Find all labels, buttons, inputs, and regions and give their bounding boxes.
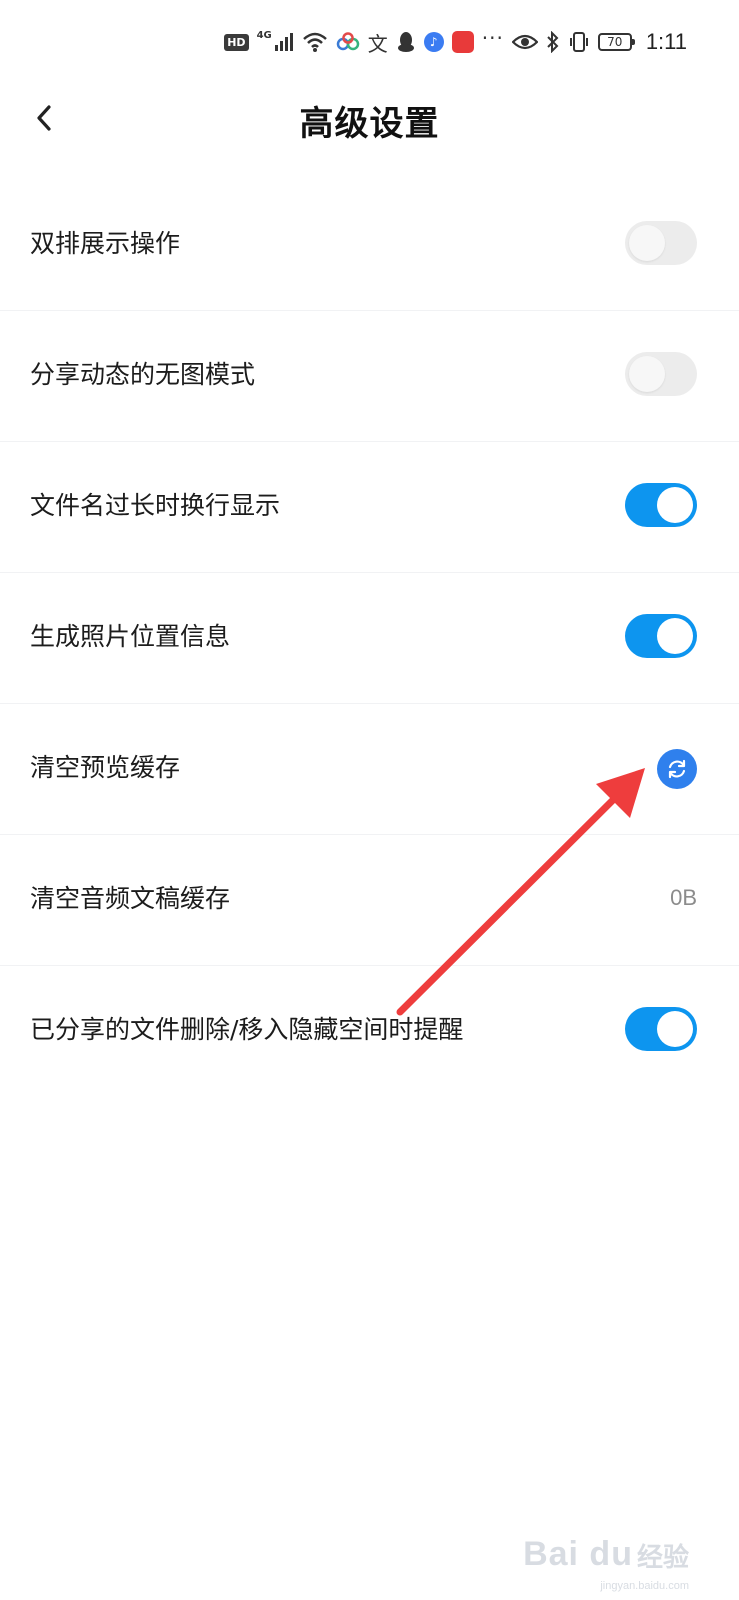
wen-app-icon: 文 [367, 31, 388, 56]
setting-row-double-row-actions: 双排展示操作 [0, 180, 739, 310]
header: 高级设置 [0, 78, 739, 162]
toggle-knob [629, 225, 665, 261]
setting-row-photo-location: 生成照片位置信息 [0, 572, 739, 703]
battery-indicator: 70 [597, 33, 635, 51]
setting-label: 清空预览缓存 [30, 753, 181, 782]
baidu-jingyan-watermark: Bai du 经验 jingyan.baidu.com [523, 1535, 689, 1592]
vibrate-icon [568, 31, 590, 53]
toggle-knob [657, 487, 693, 523]
qq-penguin-icon [396, 31, 416, 53]
audio-cache-size: 0B [670, 885, 697, 910]
photo-location-toggle[interactable] [625, 614, 697, 658]
watermark-brand: Bai du [523, 1535, 633, 1573]
toggle-knob [657, 1011, 693, 1047]
setting-label: 分享动态的无图模式 [30, 360, 256, 389]
music-app-icon: ♪ [423, 32, 444, 52]
setting-row-share-no-image-mode: 分享动态的无图模式 [0, 310, 739, 441]
hd-badge: HD [224, 33, 249, 51]
toggle-knob [629, 356, 665, 392]
eye-icon [511, 33, 538, 51]
setting-row-clear-preview-cache[interactable]: 清空预览缓存 [0, 703, 739, 834]
signal-icon [274, 32, 294, 52]
status-icons: HD 4G 文 ♪ ··· 70 1:11 [224, 26, 687, 56]
network-type: 4G [256, 29, 272, 41]
bluetooth-icon [546, 31, 560, 53]
double-row-actions-toggle[interactable] [625, 221, 697, 265]
setting-row-shared-file-delete-reminder: 已分享的文件删除/移入隐藏空间时提醒 [0, 965, 739, 1096]
setting-row-clear-audio-cache[interactable]: 清空音频文稿缓存 0B [0, 834, 739, 965]
setting-label: 清空音频文稿缓存 [30, 884, 231, 913]
setting-label: 双排展示操作 [30, 229, 181, 258]
status-time: 1:11 [645, 29, 687, 54]
settings-list: 双排展示操作 分享动态的无图模式 文件名过长时换行显示 生成照片位置信息 清空预… [0, 180, 739, 1096]
watermark-cn: 经验 [636, 1543, 689, 1573]
wifi-icon [302, 31, 328, 53]
setting-label: 已分享的文件删除/移入隐藏空间时提醒 [30, 1015, 464, 1044]
baidu-netdisk-app-icon [336, 32, 360, 52]
huawei-app-icon [451, 31, 474, 53]
refresh-icon [668, 759, 686, 779]
share-no-image-mode-toggle[interactable] [625, 352, 697, 396]
more-notifications-icon: ··· [481, 26, 504, 50]
page-title: 高级设置 [299, 104, 440, 144]
setting-row-wrap-long-filenames: 文件名过长时换行显示 [0, 441, 739, 572]
clear-preview-cache-button[interactable] [657, 749, 697, 789]
setting-label: 文件名过长时换行显示 [30, 491, 281, 520]
watermark-url: jingyan.baidu.com [600, 1580, 689, 1592]
setting-label: 生成照片位置信息 [30, 622, 231, 651]
wrap-long-filenames-toggle[interactable] [625, 483, 697, 527]
toggle-knob [657, 618, 693, 654]
status-bar: HD 4G 文 ♪ ··· 70 1:11 [0, 22, 739, 62]
shared-file-delete-reminder-toggle[interactable] [625, 1007, 697, 1051]
